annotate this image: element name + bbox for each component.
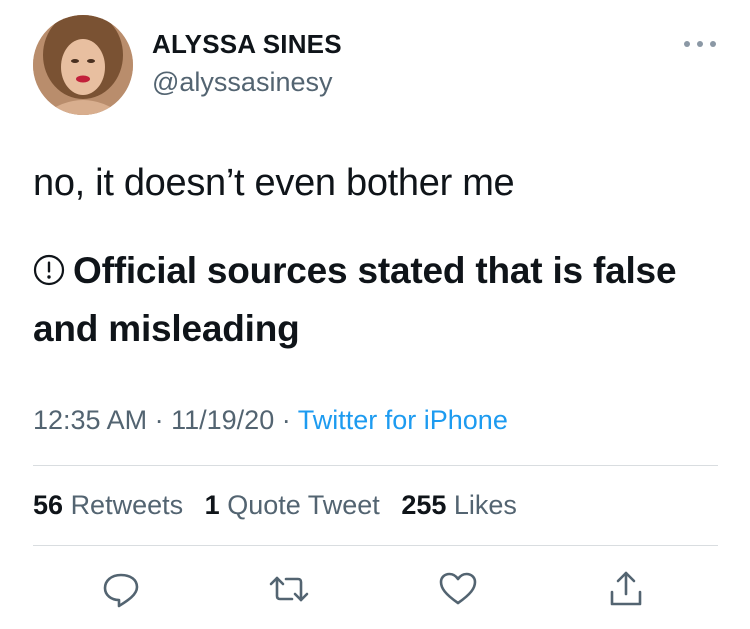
warning-text: Official sources stated that is false an… (33, 250, 677, 349)
reply-button[interactable] (100, 568, 142, 610)
tweet-text: no, it doesn’t even bother me (33, 162, 515, 204)
likes-count: 255 (401, 490, 447, 520)
quotes-count: 1 (204, 490, 220, 520)
exclamation-circle-icon (33, 245, 65, 286)
share-icon (610, 571, 642, 606)
tweet-date[interactable]: 11/19/20 (171, 405, 274, 435)
retweet-button[interactable] (268, 568, 310, 610)
likes-stat[interactable]: 255 Likes (401, 490, 517, 520)
quotes-stat[interactable]: 1 Quote Tweet (205, 490, 380, 520)
tweet-time[interactable]: 12:35 AM (33, 405, 147, 435)
more-dots-icon[interactable] (682, 34, 718, 54)
divider (33, 465, 718, 466)
heart-icon (439, 572, 477, 605)
tweet-source-link[interactable]: Twitter for iPhone (298, 405, 508, 435)
avatar-image (33, 15, 133, 115)
meta-separator: · (281, 405, 291, 435)
retweets-label: Retweets (70, 490, 184, 520)
retweets-stat[interactable]: 56 Retweets (33, 490, 183, 520)
share-button[interactable] (605, 568, 647, 610)
retweets-count: 56 (33, 490, 64, 520)
divider (33, 545, 718, 546)
quotes-label: Quote Tweet (227, 490, 380, 520)
misleading-warning[interactable]: Official sources stated that is false an… (33, 242, 723, 358)
retweet-icon (269, 576, 309, 602)
user-handle[interactable]: @alyssasinesy (152, 67, 332, 98)
tweet-meta: 12:35 AM · 11/19/20 · Twitter for iPhone (33, 405, 508, 436)
tweet-stats: 56 Retweets 1 Quote Tweet 255 Likes (33, 490, 531, 521)
avatar[interactable] (33, 15, 133, 115)
display-name[interactable]: ALYSSA SINES (152, 29, 342, 60)
reply-icon (103, 573, 139, 608)
meta-separator: · (154, 405, 164, 435)
likes-label: Likes (453, 490, 517, 520)
like-button[interactable] (437, 568, 479, 610)
